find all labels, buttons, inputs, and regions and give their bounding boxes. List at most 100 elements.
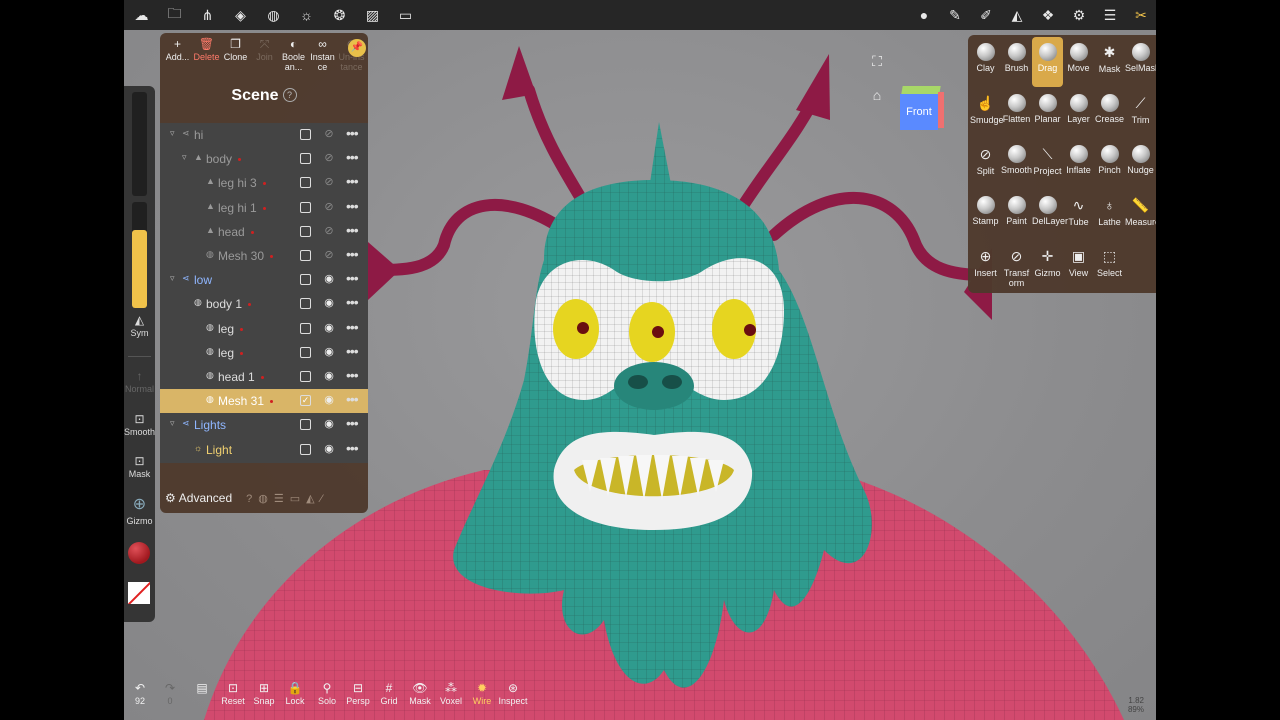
tree-expand-icon[interactable]: ▿: [182, 152, 187, 163]
scene-action-button[interactable]: 🗑 Delete: [192, 36, 221, 73]
tablet-button[interactable]: ▤: [186, 680, 218, 696]
more-options-icon[interactable]: •••: [346, 222, 359, 238]
tool-button[interactable]: Nudge: [1125, 139, 1156, 189]
tool-button[interactable]: ✛ Gizmo: [1032, 241, 1063, 291]
tool-button[interactable]: ⊘ Split: [970, 139, 1001, 189]
scene-tree-row[interactable]: ▿ ⋖ low ◉ •••: [160, 268, 368, 292]
view-cube-front-face[interactable]: Front: [900, 94, 938, 130]
symmetry-button[interactable]: ◭ Sym: [124, 312, 155, 338]
tool-button[interactable]: SelMask: [1125, 37, 1156, 87]
scene-tree-row[interactable]: ◍ head 1 ◉ •••: [160, 365, 368, 389]
eye-icon[interactable]: ◉: [321, 393, 337, 406]
select-checkbox[interactable]: [300, 298, 311, 310]
eye-icon[interactable]: ◉: [321, 272, 337, 285]
eye-icon[interactable]: ◉: [321, 296, 337, 309]
tools-icon[interactable]: ✂: [1126, 0, 1156, 30]
select-checkbox[interactable]: [300, 225, 311, 237]
more-options-icon[interactable]: •••: [346, 270, 359, 286]
select-checkbox[interactable]: [300, 201, 311, 213]
normal-button[interactable]: ↑ Normal: [124, 368, 155, 394]
eye-icon[interactable]: ◉: [321, 345, 337, 358]
bottom-toolbar-button[interactable]: 🔒 Lock: [279, 680, 311, 706]
bottom-toolbar-button[interactable]: ⚲ Solo: [311, 680, 343, 706]
eye-icon[interactable]: ◉: [321, 442, 337, 455]
eye-hidden-icon[interactable]: ⊘: [321, 175, 337, 188]
pin-icon[interactable]: 📌: [348, 39, 366, 57]
tool-button[interactable]: Layer: [1063, 88, 1094, 138]
bottom-toolbar-button[interactable]: 👁 Mask: [404, 680, 436, 706]
gear-icon[interactable]: ⚙: [1064, 0, 1094, 30]
select-checkbox[interactable]: [300, 443, 311, 455]
select-checkbox[interactable]: [300, 322, 311, 334]
bottom-toolbar-button[interactable]: ✹ Wire: [466, 680, 498, 706]
tool-button[interactable]: ∿ Tube: [1063, 190, 1094, 240]
tool-button[interactable]: DelLayer: [1032, 190, 1068, 240]
scene-action-button[interactable]: ❐ Clone: [221, 36, 250, 73]
bottom-toolbar-button[interactable]: # Grid: [373, 680, 405, 706]
scene-action-button[interactable]: ◐ Boole an...: [279, 36, 308, 73]
nomad-logo-icon[interactable]: ☁: [126, 0, 157, 30]
scene-tree-row[interactable]: ◍ Mesh 31 ✓ ◉ •••: [160, 389, 368, 414]
tool-button[interactable]: Smooth: [1001, 139, 1032, 189]
bottom-toolbar-button[interactable]: ⊞ Snap: [248, 680, 280, 706]
undo-button[interactable]: ↶ 92: [124, 680, 156, 706]
tool-button[interactable]: ☝ Smudge: [970, 88, 1004, 138]
triangle-icon[interactable]: ◭: [1002, 0, 1032, 30]
eye-hidden-icon[interactable]: ⊘: [321, 224, 337, 237]
more-options-icon[interactable]: •••: [346, 125, 359, 141]
brush-color-swatch[interactable]: [128, 542, 150, 564]
tool-button[interactable]: ⟋ Trim: [1125, 88, 1156, 138]
select-checkbox[interactable]: [300, 177, 311, 189]
more-options-icon[interactable]: •••: [346, 343, 359, 359]
more-options-icon[interactable]: •••: [346, 294, 359, 310]
tool-button[interactable]: ⊘ Transf orm: [1001, 241, 1032, 291]
tool-button[interactable]: Flatten: [1001, 88, 1032, 138]
no-material-swatch[interactable]: [128, 582, 150, 604]
tool-button[interactable]: ♁ Lathe: [1094, 190, 1125, 240]
scene-tree-row[interactable]: ◍ leg ◉ •••: [160, 317, 368, 341]
light-sun-icon[interactable]: ☼: [291, 0, 322, 30]
tool-button[interactable]: Move: [1063, 37, 1094, 87]
tool-button[interactable]: 📏 Measure: [1125, 190, 1156, 240]
scene-tree-row[interactable]: ◍ body 1 ◉ •••: [160, 292, 368, 316]
tool-button[interactable]: Clay: [970, 37, 1001, 87]
advanced-gear-icon[interactable]: ⚙: [165, 491, 176, 505]
view-cube-top-face[interactable]: [901, 86, 941, 94]
redo-button[interactable]: ↷ 0: [154, 680, 186, 706]
footer-icons[interactable]: ?◍☰▭◭⁄: [246, 492, 328, 505]
tool-button[interactable]: Inflate: [1063, 139, 1094, 189]
tool-button[interactable]: Stamp: [970, 190, 1001, 240]
more-options-icon[interactable]: •••: [346, 246, 359, 262]
intensity-slider[interactable]: [132, 202, 147, 308]
folder-icon[interactable]: 🗀: [159, 0, 190, 30]
tree-expand-icon[interactable]: ▿: [170, 273, 175, 284]
mask-button[interactable]: ⊡ Mask: [124, 453, 155, 479]
image-icon[interactable]: ▨: [357, 0, 388, 30]
smooth-button[interactable]: ⊡ Smooth: [124, 411, 155, 437]
layers-shape-icon[interactable]: ◈: [225, 0, 256, 30]
scene-action-button[interactable]: ⤧ Join: [250, 36, 279, 73]
tree-expand-icon[interactable]: ▿: [170, 128, 175, 139]
sliders-icon[interactable]: ☰: [1095, 0, 1125, 30]
scene-action-button[interactable]: + Add...: [163, 36, 192, 73]
more-options-icon[interactable]: •••: [346, 415, 359, 431]
eye-hidden-icon[interactable]: ⊘: [321, 151, 337, 164]
tool-button[interactable]: Crease: [1094, 88, 1125, 138]
select-checkbox[interactable]: [300, 274, 311, 286]
scene-graph-icon[interactable]: ⋔: [192, 0, 223, 30]
gizmo-button[interactable]: ⊕ Gizmo: [124, 494, 155, 526]
select-checkbox[interactable]: [300, 153, 311, 165]
scene-tree-row[interactable]: ▿ ⋖ hi ⊘ •••: [160, 123, 368, 147]
more-options-icon[interactable]: •••: [346, 391, 359, 407]
radius-slider[interactable]: [132, 92, 147, 196]
color-wheel-icon[interactable]: ❂: [324, 0, 355, 30]
fullscreen-icon[interactable]: ⛶: [868, 52, 886, 70]
more-options-icon[interactable]: •••: [346, 198, 359, 214]
eye-hidden-icon[interactable]: ⊘: [321, 200, 337, 213]
advanced-label[interactable]: Advanced: [179, 491, 232, 505]
eye-icon[interactable]: ◉: [321, 417, 337, 430]
view-cube[interactable]: Front: [900, 86, 944, 132]
eye-icon[interactable]: ◉: [321, 321, 337, 334]
stack-icon[interactable]: ❖: [1033, 0, 1063, 30]
scene-tree-row[interactable]: ▲ head ⊘ •••: [160, 220, 368, 244]
